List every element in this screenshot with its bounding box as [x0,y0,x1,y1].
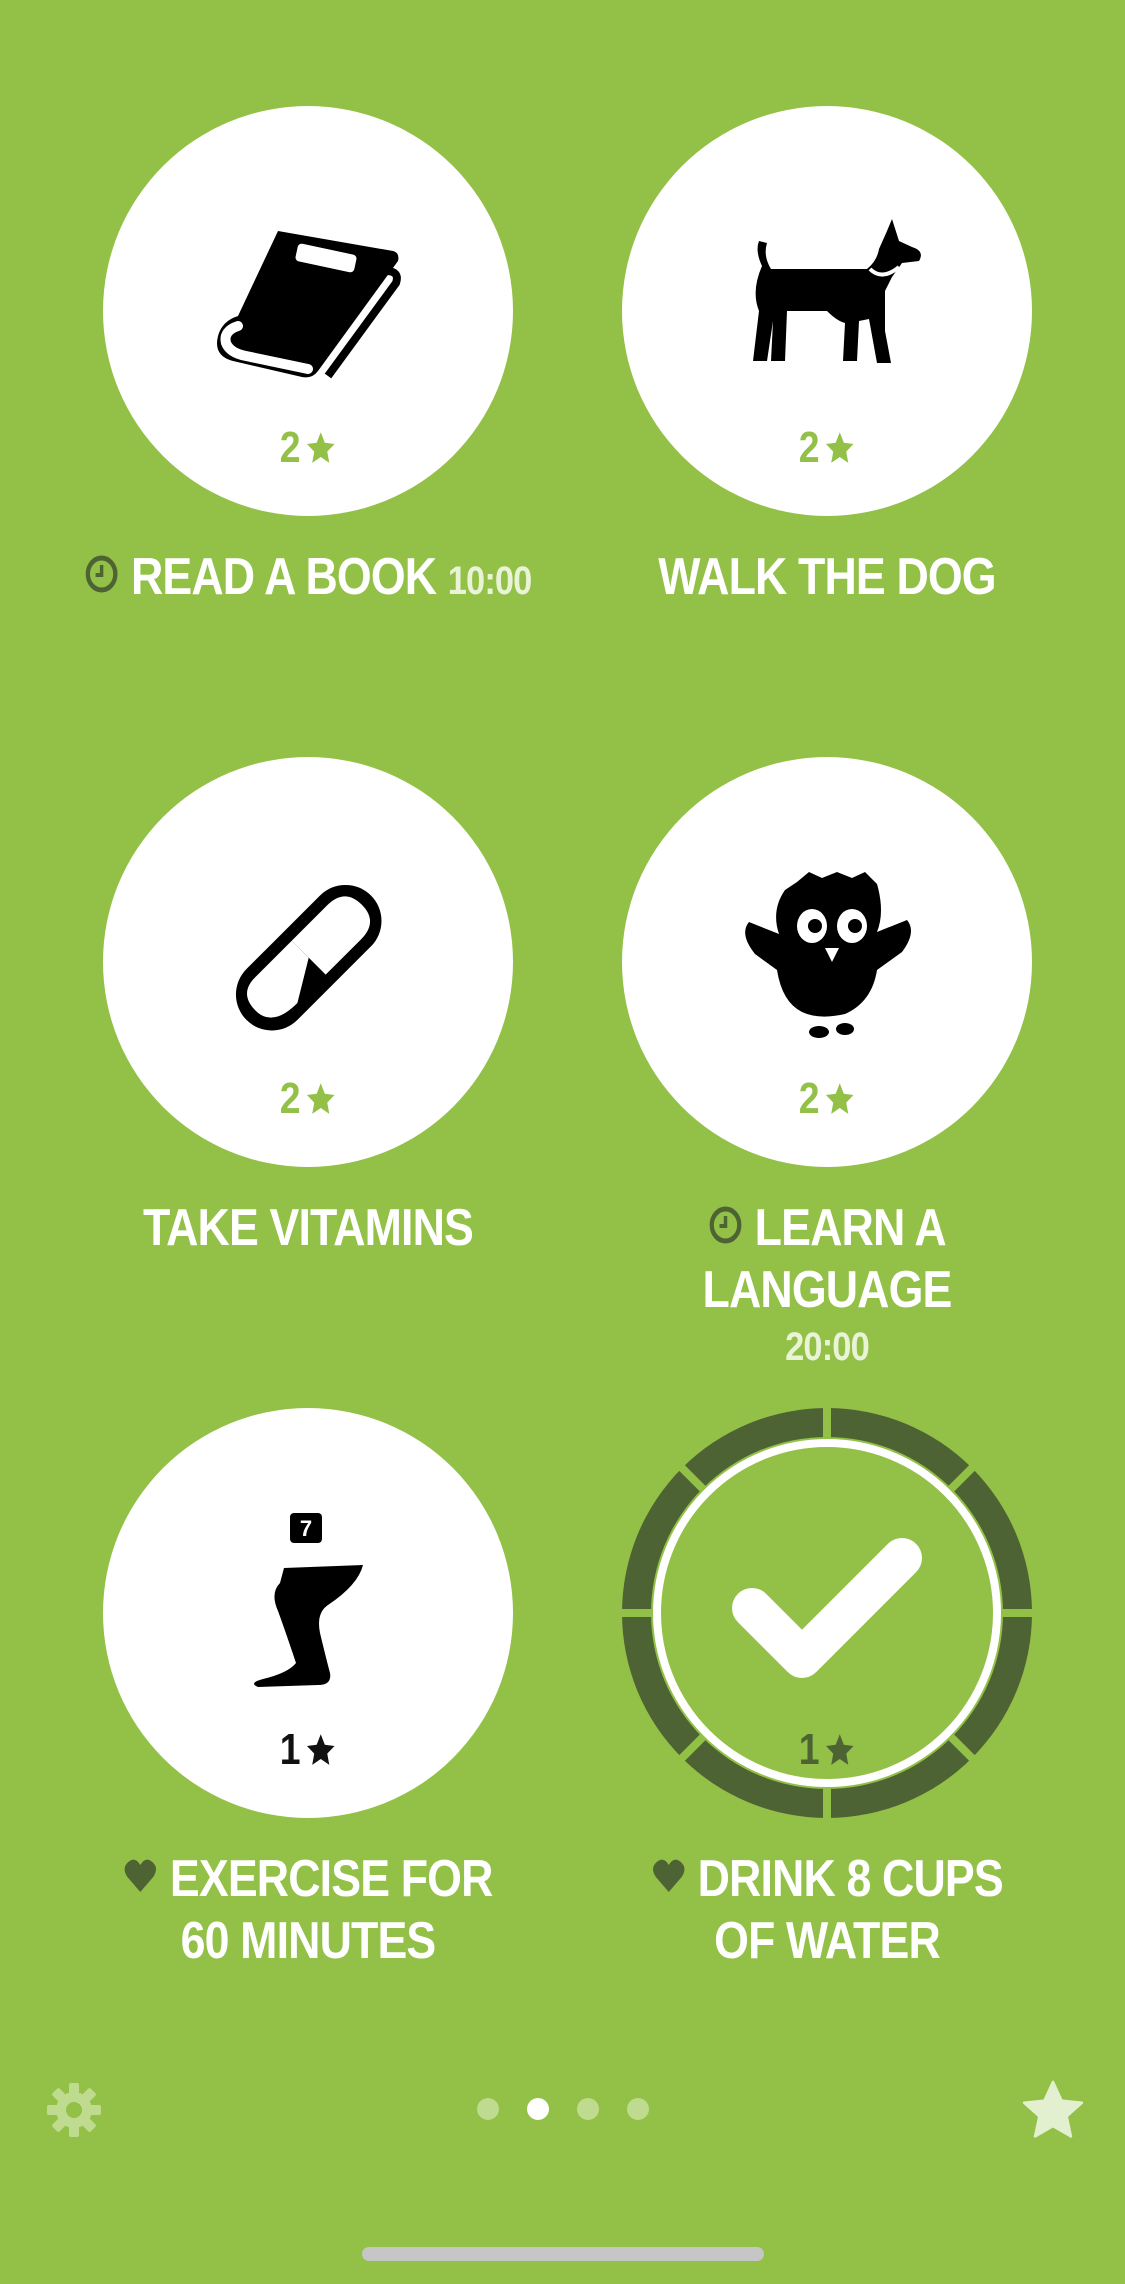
habit-stars: 2 [653,1075,1002,1121]
reminder-time: 20:00 [785,1325,870,1369]
habit-label: LEARN A LANGUAGE 20:00 [603,1197,1050,1373]
habit-stars: 1 [134,1726,483,1772]
star-icon [306,1732,337,1768]
habit-label: WALK THE DOG [658,548,996,606]
habit-count-badge: 7 [300,1516,312,1541]
habit-label: EXERCISE FOR 60 MINUTES [84,1848,531,1972]
star-icon[interactable] [1021,2078,1085,2142]
clock-icon [708,1205,742,1245]
clock-icon [85,554,119,594]
habit-circle[interactable]: 2 [103,757,513,1167]
home-indicator[interactable] [362,2247,764,2261]
star-icon [306,430,337,466]
habit-circle[interactable]: 7 1 [103,1408,513,1818]
habit-stars: 2 [134,424,483,470]
progress-ring[interactable]: 1 [622,1408,1032,1818]
habit-label: DRINK 8 CUPS OF WATER [603,1848,1050,1972]
habit-label: TAKE VITAMINS [142,1199,474,1257]
star-icon [825,430,856,466]
page-dot[interactable] [576,2098,599,2120]
leg-icon: 7 [208,1513,408,1693]
heart-icon [651,1856,685,1896]
page-indicator[interactable] [0,2098,1125,2120]
star-icon [825,1732,856,1768]
habit-stars: 1 [653,1726,1002,1772]
reminder-time: 10:00 [447,559,533,603]
habit-label: READ A BOOK 10:00 [84,546,533,612]
heart-icon [123,1856,157,1896]
habit-circle[interactable]: 2 [622,757,1032,1167]
habit-circle[interactable]: 2 [622,106,1032,516]
dog-icon [727,211,927,391]
habit-stars: 2 [653,424,1002,470]
book-icon [208,211,408,391]
page-dot[interactable] [476,2098,499,2120]
pill-icon [208,862,408,1042]
page-dot[interactable] [526,2098,549,2120]
page-dot[interactable] [626,2098,649,2120]
star-icon [306,1081,337,1117]
owl-icon [727,862,927,1042]
bottom-bar [0,2070,1125,2150]
habit-circle[interactable]: 2 [103,106,513,516]
habit-stars: 2 [134,1075,483,1121]
star-icon [825,1081,856,1117]
